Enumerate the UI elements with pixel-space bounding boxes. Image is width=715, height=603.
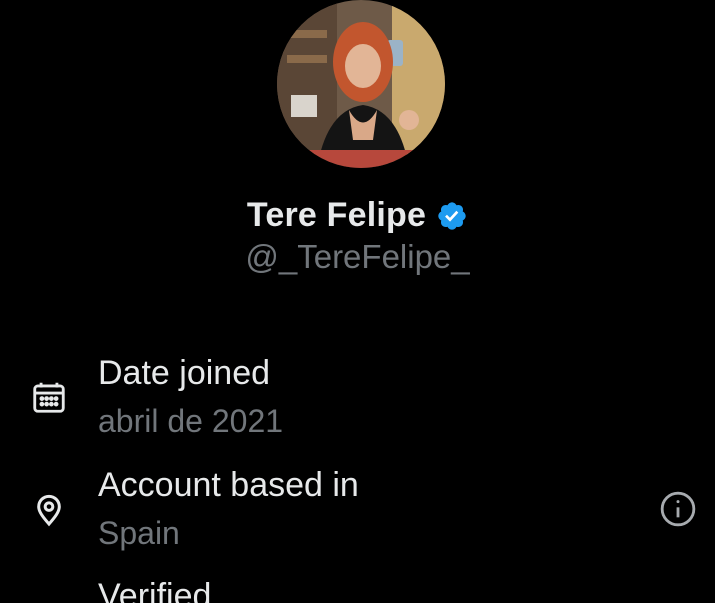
- date-joined-label: Date joined: [98, 354, 271, 392]
- avatar-photo: [277, 0, 445, 168]
- profile-handle: @_TereFelipe_: [245, 238, 470, 275]
- account-based-in-label: Account based in: [98, 466, 359, 504]
- profile-name-row: Tere Felipe: [0, 196, 715, 235]
- account-based-in-value: Spain: [98, 515, 180, 551]
- location-pin-icon: [30, 490, 68, 528]
- verified-badge-icon[interactable]: [436, 200, 468, 232]
- info-icon[interactable]: [658, 489, 698, 529]
- profile-display-name: Tere Felipe: [246, 196, 427, 234]
- date-joined-value: abril de 2021: [98, 403, 284, 439]
- calendar-icon: [30, 378, 68, 416]
- verified-label: Verified: [98, 577, 212, 603]
- profile-about-page: Tere Felipe @_TereFelipe_ Date joined ab…: [0, 0, 715, 603]
- profile-avatar[interactable]: [277, 0, 445, 168]
